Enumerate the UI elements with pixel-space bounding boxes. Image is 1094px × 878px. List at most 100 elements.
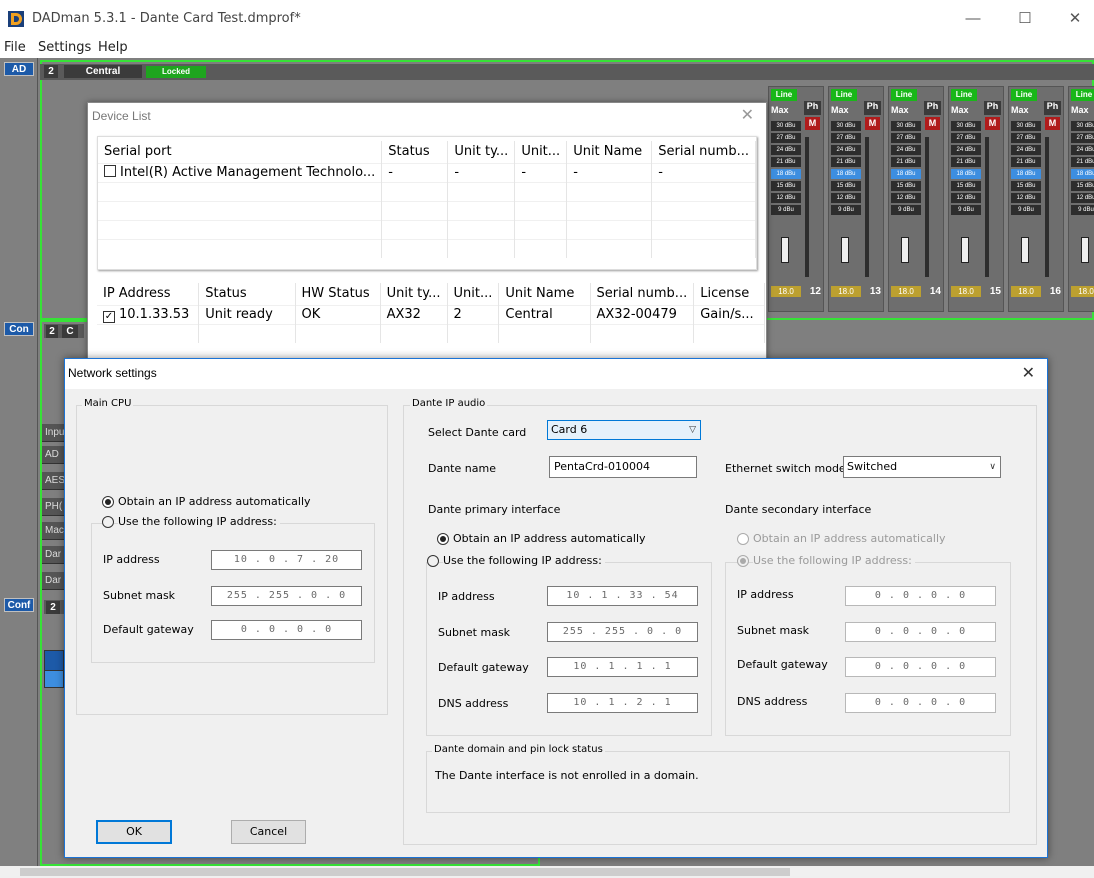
- line-button[interactable]: Line: [831, 89, 857, 101]
- side-item-ad[interactable]: AD: [42, 446, 66, 464]
- level-step[interactable]: 9 dBu: [951, 205, 981, 215]
- level-step[interactable]: 24 dBu: [1071, 145, 1094, 155]
- level-step[interactable]: 24 dBu: [1011, 145, 1041, 155]
- primary-gateway-input[interactable]: 10 . 1 . 1 . 1: [547, 657, 698, 677]
- section-conf-button[interactable]: Conf: [4, 598, 34, 612]
- cancel-button[interactable]: Cancel: [231, 820, 306, 844]
- mute-button[interactable]: M: [925, 117, 940, 130]
- col-ip-unit[interactable]: Unit...: [447, 283, 500, 305]
- col-ip-status[interactable]: Status: [198, 283, 296, 305]
- col-unit[interactable]: Unit...: [514, 141, 568, 163]
- phantom-button[interactable]: Ph: [804, 101, 821, 115]
- level-step[interactable]: 9 dBu: [1071, 205, 1094, 215]
- line-button[interactable]: Line: [771, 89, 797, 101]
- level-step[interactable]: 30 dBu: [831, 121, 861, 131]
- phantom-button[interactable]: Ph: [1044, 101, 1061, 115]
- menu-file[interactable]: File: [4, 40, 26, 55]
- line-button[interactable]: Line: [1071, 89, 1094, 101]
- level-step[interactable]: 30 dBu: [771, 121, 801, 131]
- level-step[interactable]: 18 dBu: [951, 169, 981, 179]
- mute-button[interactable]: M: [865, 117, 880, 130]
- fader-handle[interactable]: [781, 237, 789, 263]
- secondary-manual-radio[interactable]: [737, 555, 749, 567]
- col-ip-unit-name[interactable]: Unit Name: [498, 283, 591, 305]
- secondary-mask-input[interactable]: 0 . 0 . 0 . 0: [845, 622, 996, 642]
- level-step[interactable]: 21 dBu: [951, 157, 981, 167]
- level-step[interactable]: 12 dBu: [771, 193, 801, 203]
- mute-button[interactable]: M: [805, 117, 820, 130]
- line-button[interactable]: Line: [891, 89, 917, 101]
- level-step[interactable]: 15 dBu: [831, 181, 861, 191]
- level-step[interactable]: 27 dBu: [951, 133, 981, 143]
- level-step[interactable]: 24 dBu: [951, 145, 981, 155]
- maximize-button[interactable]: ☐: [1010, 8, 1040, 30]
- primary-mask-input[interactable]: 255 . 255 . 0 . 0: [547, 622, 698, 642]
- main-cpu-manual-radio[interactable]: [102, 516, 114, 528]
- phantom-button[interactable]: Ph: [984, 101, 1001, 115]
- line-button[interactable]: Line: [1011, 89, 1037, 101]
- dante-name-input[interactable]: PentaCrd-010004: [549, 456, 697, 478]
- fader-handle[interactable]: [961, 237, 969, 263]
- fader-handle[interactable]: [1081, 237, 1089, 263]
- secondary-dns-input[interactable]: 0 . 0 . 0 . 0: [845, 693, 996, 713]
- mute-button[interactable]: M: [985, 117, 1000, 130]
- col-unit-type[interactable]: Unit ty...: [447, 141, 516, 163]
- level-step[interactable]: 9 dBu: [771, 205, 801, 215]
- level-step[interactable]: 27 dBu: [1011, 133, 1041, 143]
- level-step[interactable]: 18 dBu: [1011, 169, 1041, 179]
- level-step[interactable]: 24 dBu: [771, 145, 801, 155]
- side-item-mac[interactable]: Mac: [42, 522, 66, 540]
- line-button[interactable]: Line: [951, 89, 977, 101]
- ok-button[interactable]: OK: [96, 820, 172, 844]
- menu-help[interactable]: Help: [98, 40, 128, 55]
- secondary-gateway-input[interactable]: 0 . 0 . 0 . 0: [845, 657, 996, 677]
- main-cpu-gateway-input[interactable]: 0 . 0 . 0 . 0: [211, 620, 362, 640]
- level-step[interactable]: 21 dBu: [771, 157, 801, 167]
- col-license[interactable]: License: [693, 283, 765, 305]
- level-step[interactable]: 12 dBu: [1011, 193, 1041, 203]
- mute-button[interactable]: M: [1045, 117, 1060, 130]
- section-ad-button[interactable]: AD: [4, 62, 34, 76]
- main-cpu-auto-radio[interactable]: [102, 496, 114, 508]
- ip-row-checkbox[interactable]: ✓: [103, 310, 115, 323]
- level-step[interactable]: 21 dBu: [1011, 157, 1041, 167]
- table-row[interactable]: ✓ 10.1.33.53 Unit ready OK AX32 2 Central…: [97, 304, 765, 324]
- secondary-auto-radio[interactable]: [737, 533, 749, 545]
- table-row[interactable]: Intel(R) Active Management Technolo... -…: [98, 162, 756, 182]
- level-step[interactable]: 9 dBu: [1011, 205, 1041, 215]
- main-cpu-mask-input[interactable]: 255 . 255 . 0 . 0: [211, 586, 362, 606]
- level-step[interactable]: 12 dBu: [831, 193, 861, 203]
- menu-settings[interactable]: Settings: [38, 40, 91, 55]
- fader-handle[interactable]: [1021, 237, 1029, 263]
- device-list-close-icon[interactable]: ✕: [741, 105, 754, 125]
- primary-dns-input[interactable]: 10 . 1 . 2 . 1: [547, 693, 698, 713]
- level-step[interactable]: 27 dBu: [891, 133, 921, 143]
- main-cpu-ip-input[interactable]: 10 . 0 . 7 . 20: [211, 550, 362, 570]
- secondary-ip-input[interactable]: 0 . 0 . 0 . 0: [845, 586, 996, 606]
- level-step[interactable]: 27 dBu: [831, 133, 861, 143]
- dante-card-select[interactable]: Card 6 ▽: [547, 420, 701, 440]
- level-step[interactable]: 21 dBu: [831, 157, 861, 167]
- col-hw-status[interactable]: HW Status: [295, 283, 381, 305]
- ethernet-switch-mode-select[interactable]: Switched ∨: [843, 456, 1001, 478]
- level-step[interactable]: 15 dBu: [1011, 181, 1041, 191]
- phantom-button[interactable]: Ph: [864, 101, 881, 115]
- level-step[interactable]: 27 dBu: [771, 133, 801, 143]
- col-status[interactable]: Status: [381, 141, 449, 163]
- level-step[interactable]: 12 dBu: [951, 193, 981, 203]
- side-item-dante-1[interactable]: Dar: [42, 546, 66, 564]
- col-serial-number[interactable]: Serial numb...: [651, 141, 756, 163]
- conf-tile-light[interactable]: [44, 670, 64, 688]
- minimize-button[interactable]: —: [958, 8, 988, 30]
- side-item-ph[interactable]: PH(: [42, 498, 66, 516]
- side-item-input[interactable]: Inpu: [42, 424, 66, 442]
- level-step[interactable]: 18 dBu: [1071, 169, 1094, 179]
- primary-ip-input[interactable]: 10 . 1 . 33 . 54: [547, 586, 698, 606]
- level-step[interactable]: 30 dBu: [891, 121, 921, 131]
- col-ip-unit-type[interactable]: Unit ty...: [380, 283, 448, 305]
- level-step[interactable]: 9 dBu: [891, 205, 921, 215]
- level-step[interactable]: 15 dBu: [891, 181, 921, 191]
- fader-handle[interactable]: [841, 237, 849, 263]
- close-button[interactable]: ✕: [1060, 8, 1090, 30]
- primary-auto-radio[interactable]: [437, 533, 449, 545]
